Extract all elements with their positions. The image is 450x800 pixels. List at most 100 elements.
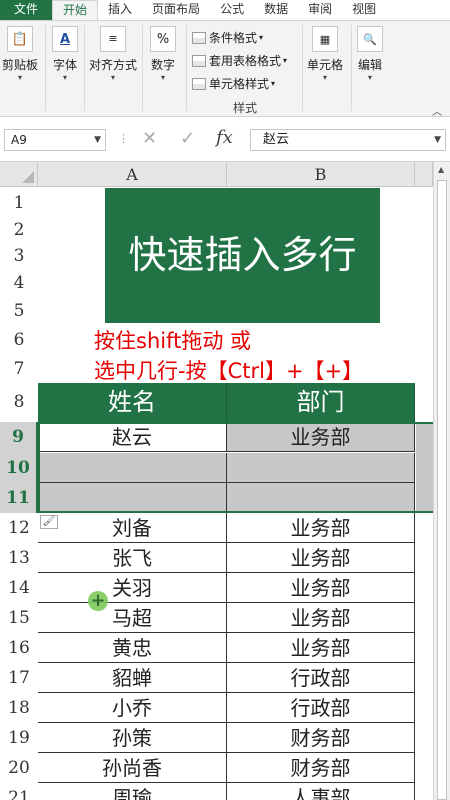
dept-cell[interactable]: 业务部	[227, 603, 415, 633]
column-header-a[interactable]: A	[38, 162, 227, 187]
editing-label: 编辑	[357, 58, 382, 72]
table-format-button[interactable]: 套用表格格式 ▾	[192, 52, 287, 69]
dept-cell[interactable]: 财务部	[227, 753, 415, 783]
row-header[interactable]: 16	[0, 633, 38, 663]
instruction-line-2: 选中几行-按【Ctrl】+【+】	[94, 359, 364, 383]
name-cell[interactable]: 周瑜	[38, 783, 227, 800]
chevron-down-icon: ▾	[367, 73, 372, 82]
name-cell[interactable]: 貂蝉	[38, 663, 227, 693]
dept-cell[interactable]: 业务部	[227, 543, 415, 573]
dept-cell[interactable]: 业务部	[227, 422, 415, 452]
more-icon[interactable]: ⋮	[118, 132, 129, 145]
name-cell[interactable]: 小乔	[38, 693, 227, 723]
clipboard-button[interactable]: 📋 剪贴板 ▾	[2, 26, 38, 83]
name-cell[interactable]: 关羽	[38, 573, 227, 603]
row-header[interactable]: 20	[0, 753, 38, 783]
cells-button[interactable]: ▦ 单元格 ▾	[307, 26, 343, 83]
dept-cell[interactable]: 人事部	[227, 783, 415, 800]
name-cell[interactable]: 孙尚香	[38, 753, 227, 783]
conditional-format-label: 条件格式	[209, 31, 258, 45]
tab-view[interactable]: 视图	[342, 0, 386, 20]
divider	[142, 25, 143, 111]
name-cell[interactable]: 刘备	[38, 513, 227, 543]
row-header[interactable]: 3	[0, 243, 38, 269]
tab-file[interactable]: 文件	[0, 0, 53, 20]
ribbon-tabs: 文件 开始 插入 页面布局 公式 数据 审阅 视图	[0, 0, 450, 21]
row-header[interactable]: 13	[0, 543, 38, 573]
divider	[84, 25, 85, 111]
chevron-down-icon[interactable]: ▼	[434, 130, 441, 150]
row-header[interactable]: 10	[0, 453, 38, 483]
number-button[interactable]: % 数字 ▾	[150, 26, 176, 83]
formula-input[interactable]: 赵云 ▼	[250, 129, 446, 151]
row-header[interactable]: 19	[0, 723, 38, 753]
tab-review[interactable]: 审阅	[298, 0, 342, 20]
row-header[interactable]: 21	[0, 783, 38, 800]
name-cell[interactable]: 张飞	[38, 543, 227, 573]
editing-button[interactable]: 🔍 编辑 ▾	[357, 26, 383, 83]
conditional-format-button[interactable]: 条件格式 ▾	[192, 29, 263, 46]
enter-icon[interactable]: ✓	[180, 128, 195, 149]
dept-cell[interactable]	[227, 483, 415, 513]
chevron-down-icon: ▾	[160, 73, 165, 82]
chevron-down-icon: ▾	[259, 33, 264, 42]
row-header[interactable]: 18	[0, 693, 38, 723]
tab-data[interactable]: 数据	[254, 0, 298, 20]
dept-cell[interactable]: 业务部	[227, 633, 415, 663]
name-cell[interactable]	[38, 453, 227, 483]
row-header[interactable]: 11	[0, 483, 38, 513]
divider	[302, 25, 303, 111]
name-cell[interactable]: 孙策	[38, 723, 227, 753]
dept-cell[interactable]: 行政部	[227, 693, 415, 723]
row-header[interactable]: 6	[0, 325, 38, 355]
column-header-b[interactable]: B	[227, 162, 415, 187]
column-header-c[interactable]	[415, 162, 433, 187]
vertical-scrollbar[interactable]: ▲	[433, 162, 450, 800]
row-header[interactable]: 1	[0, 188, 38, 218]
name-cell[interactable]: 赵云	[38, 422, 227, 452]
row-header[interactable]: 14	[0, 573, 38, 603]
cell-styles-button[interactable]: 单元格样式 ▾	[192, 75, 275, 92]
cells-label: 单元格	[307, 58, 344, 72]
conditional-format-icon	[192, 31, 206, 44]
name-cell[interactable]: 马超	[38, 603, 227, 633]
collapse-ribbon-icon[interactable]: ︿	[432, 103, 442, 118]
insert-function-icon[interactable]: fx	[216, 127, 233, 148]
name-box[interactable]: A9 ▼	[4, 129, 106, 151]
dept-cell[interactable]: 行政部	[227, 663, 415, 693]
header-dept-cell[interactable]: 部门	[227, 383, 415, 422]
row-header[interactable]: 17	[0, 663, 38, 693]
chevron-down-icon[interactable]: ▼	[94, 130, 101, 150]
row-header[interactable]: 15	[0, 603, 38, 633]
row-header[interactable]: 12	[0, 513, 38, 543]
dept-cell[interactable]	[227, 453, 415, 483]
dept-cell[interactable]: 财务部	[227, 723, 415, 753]
row-header[interactable]: 7	[0, 355, 38, 383]
row-header[interactable]: 8	[0, 383, 38, 422]
tab-insert[interactable]: 插入	[98, 0, 142, 20]
tab-page-layout[interactable]: 页面布局	[142, 0, 210, 20]
tab-formulas[interactable]: 公式	[210, 0, 254, 20]
scroll-thumb[interactable]	[437, 180, 447, 800]
dept-cell[interactable]: 业务部	[227, 513, 415, 543]
name-cell[interactable]	[38, 483, 227, 513]
paste-options-icon[interactable]: 🖌	[40, 515, 58, 529]
tab-home[interactable]: 开始	[52, 0, 99, 21]
scroll-up-icon[interactable]: ▲	[438, 165, 444, 174]
row-header[interactable]: 9	[0, 422, 38, 453]
dept-cell[interactable]: 业务部	[227, 573, 415, 603]
name-cell[interactable]: 黄忠	[38, 633, 227, 663]
cancel-icon[interactable]: ✕	[142, 128, 157, 149]
font-button[interactable]: A 字体 ▾	[52, 26, 78, 83]
row-header[interactable]: 4	[0, 269, 38, 297]
align-icon: ≡	[100, 26, 126, 52]
row-header[interactable]: 5	[0, 297, 38, 325]
alignment-button[interactable]: ≡ 对齐方式 ▾	[89, 26, 137, 83]
select-all-corner[interactable]	[0, 162, 38, 187]
header-name-cell[interactable]: 姓名	[38, 383, 227, 422]
row-header[interactable]: 2	[0, 218, 38, 243]
divider	[186, 25, 187, 111]
number-label: 数字	[150, 58, 175, 72]
chevron-down-icon: ▾	[271, 79, 276, 88]
clipboard-label: 剪贴板	[2, 58, 39, 72]
